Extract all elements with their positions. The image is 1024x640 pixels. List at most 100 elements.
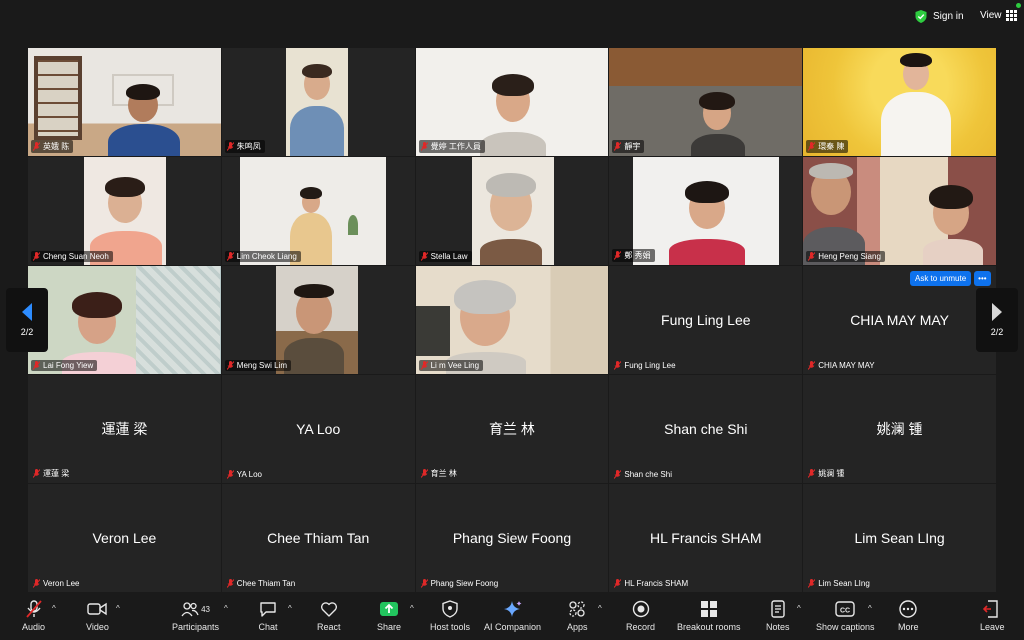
participant-name: Heng Peng Siang [818,252,881,261]
video-button[interactable]: Video [86,600,109,632]
svg-text:CC: CC [840,608,850,615]
participant-tile[interactable]: Meng Swi Lim [221,266,415,374]
name-tag: 覺婷 工作人員 [418,140,485,153]
participant-name: 鄭 秀娟 [624,251,651,260]
participant-tile[interactable]: 朱鸣凤 [221,48,415,156]
react-button[interactable]: React [317,600,341,632]
mic-off-icon [33,252,40,261]
participant-tile[interactable]: 覺婷 工作人員 [415,48,609,156]
participant-name: 姚澜 锺 [818,469,845,478]
breakout-rooms-label: Breakout rooms [677,622,741,632]
participant-name: 運蓮 梁 [43,469,70,478]
participant-tile[interactable]: 英娥 陈 [28,48,221,156]
participant-tile[interactable]: Phang Siew Foong Phang Siew Foong [415,484,609,592]
breakout-rooms-button[interactable]: Breakout rooms [677,600,741,632]
notes-button[interactable]: Notes [766,600,790,632]
participant-name: 育兰 林 [430,469,457,478]
participant-tile[interactable]: Lai Fong Yiew [28,266,221,374]
participant-display-name: HL Francis SHAM [650,530,762,546]
share-button[interactable]: Share [377,600,401,632]
participant-tile[interactable]: Veron Lee Veron Lee [28,484,221,592]
video-feed [28,157,221,265]
participant-tile[interactable]: 鄭 秀娟 [609,157,803,265]
mic-off-icon [33,469,40,478]
participant-tile[interactable]: Lim Cheok Liang [221,157,415,265]
participant-tile[interactable]: 運蓮 梁 運蓮 梁 [28,375,221,483]
arrow-left-icon [22,303,32,321]
chat-options-caret[interactable]: ^ [288,604,292,613]
view-button[interactable]: View [980,10,1017,21]
participant-tile[interactable]: HL Francis SHAM HL Francis SHAM [609,484,803,592]
participant-name: Li m Vee Ling [430,361,480,370]
leave-button[interactable]: Leave [980,600,1005,632]
participant-tile[interactable]: Shan che Shi Shan che Shi [609,375,803,483]
share-options-caret[interactable]: ^ [410,604,414,613]
sign-in-label: Sign in [933,11,964,22]
name-tag: CHIA MAY MAY [806,360,878,371]
ai-companion-button[interactable]: AI Companion [484,600,541,632]
ask-to-unmute-button[interactable]: Ask to unmute [910,271,972,286]
share-screen-icon [380,602,399,616]
view-label: View [980,10,1002,21]
previous-page-button[interactable]: 2/2 [6,288,48,352]
participant-display-name: 運蓮 梁 [101,421,148,437]
record-button[interactable]: Record [626,600,655,632]
apps-label: Apps [567,622,588,632]
participant-tile[interactable]: Li m Vee Ling [415,266,609,374]
chat-button[interactable]: Chat [258,600,278,632]
participant-tile[interactable]: Lim Sean LIng Lim Sean LIng [803,484,996,592]
participants-label: Participants [172,622,220,632]
more-button[interactable]: More [898,600,919,632]
chat-bubble-icon [260,602,276,617]
participant-tile[interactable]: 育兰 林 育兰 林 [415,375,609,483]
name-tag: Meng Swi Lim [224,360,292,371]
name-tag: HL Francis SHAM [612,578,692,589]
participant-display-name: Phang Siew Foong [452,530,572,546]
mic-off-icon [808,252,816,261]
audio-options-caret[interactable]: ^ [52,604,56,613]
name-tag: 英娥 陈 [31,140,74,153]
next-page-button[interactable]: 2/2 [976,288,1018,352]
tile-more-button[interactable]: ••• [974,271,991,286]
participant-name: 朱鸣凤 [236,142,261,151]
participant-tile[interactable]: Chee Thiam Tan Chee Thiam Tan [221,484,415,592]
apps-button[interactable]: Apps [567,600,588,632]
mic-off-icon [420,361,428,370]
participants-button[interactable]: 43 Participants [172,600,219,632]
video-label: Video [86,622,109,632]
participants-options-caret[interactable]: ^ [224,604,228,613]
notes-label: Notes [766,622,790,632]
participant-tile[interactable]: Cheng Suan Neoh [28,157,221,265]
mic-off-icon [614,361,622,370]
apps-options-caret[interactable]: ^ [598,604,602,613]
participant-display-name: Shan che Shi [664,421,748,437]
mic-off-icon [420,579,428,588]
ask-to-unmute-group: Ask to unmute ••• [910,271,991,286]
mic-off-icon [614,251,622,260]
participant-tile[interactable]: 姚澜 锺 姚澜 锺 [803,375,996,483]
name-tag: 鄭 秀娟 [612,249,655,262]
captions-options-caret[interactable]: ^ [868,604,872,613]
notes-options-caret[interactable]: ^ [797,604,801,613]
participant-tile[interactable]: 靜宇 [609,48,803,156]
audio-button[interactable]: Audio [22,600,45,632]
show-captions-button[interactable]: CC Show captions [816,600,875,632]
participant-tile[interactable]: Fung Ling Lee Fung Ling Lee [609,266,803,374]
host-tools-button[interactable]: Host tools [430,600,470,632]
audio-label: Audio [22,622,46,632]
participant-display-name: YA Loo [296,421,341,437]
video-options-caret[interactable]: ^ [116,604,120,613]
name-tag: Shan che Shi [612,469,676,480]
mic-off-icon [226,470,234,479]
name-tag: 姚澜 锺 [806,467,848,480]
participant-name: 英娥 陈 [43,142,70,151]
participant-name: 覺婷 工作人員 [430,142,481,151]
participant-tile[interactable]: Stella Law [415,157,609,265]
participant-name: Veron Lee [43,579,80,588]
sign-in-button[interactable]: Sign in [915,10,964,23]
participant-tile[interactable]: Heng Peng Siang [803,157,996,265]
participants-icon [181,602,199,617]
participant-tile[interactable]: YA Loo YA Loo [221,375,415,483]
page-indicator-right: 2/2 [990,327,1004,337]
participant-tile[interactable]: 環秦 陳 [803,48,996,156]
